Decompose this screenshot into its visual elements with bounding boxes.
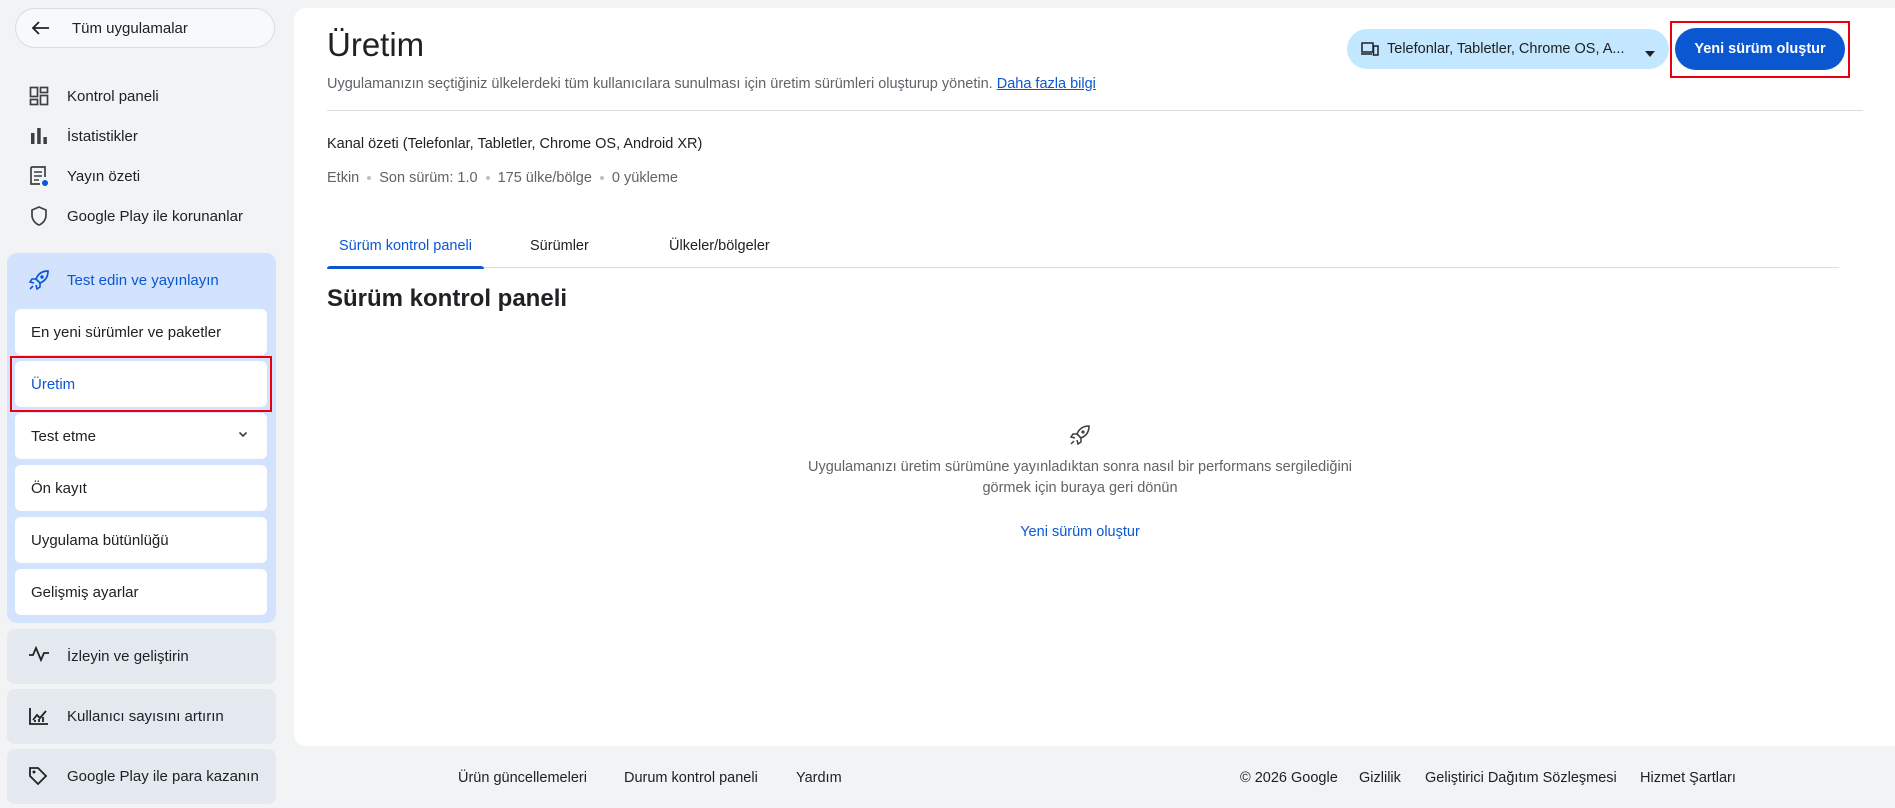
page-title: Üretim (327, 26, 425, 63)
sidebar-item-statistics[interactable]: İstatistikler (28, 120, 138, 152)
shield-icon (28, 205, 50, 227)
pulse-icon (28, 645, 50, 668)
publishing-overview-icon (28, 165, 50, 187)
sidebar-item-label: Test etme (31, 427, 97, 445)
sidebar-item-publishing-overview[interactable]: Yayın özeti (28, 160, 140, 192)
sidebar-item-label: En yeni sürümler ve paketler (31, 323, 222, 341)
channel-stats: Etkin Son sürüm: 1.0 175 ülke/bölge 0 yü… (327, 170, 678, 186)
bar-chart-icon (28, 125, 50, 147)
tab-countries-regions[interactable]: Ülkeler/bölgeler (669, 224, 770, 268)
channel-latest-release: Son sürüm: 1.0 (379, 170, 478, 186)
rocket-icon (1069, 424, 1091, 446)
separator-dot (485, 176, 490, 180)
sidebar-group-label: Test edin ve yayınlayın (67, 271, 219, 289)
sidebar-section-label: Kullanıcı sayısını artırın (67, 708, 224, 725)
sidebar-group-test-release[interactable]: Test edin ve yayınlayın (28, 264, 219, 296)
create-release-link[interactable]: Yeni sürüm oluştur (980, 524, 1180, 540)
channel-summary-title: Kanal özeti (Telefonlar, Tabletler, Chro… (327, 136, 703, 152)
tab-label: Sürümler (530, 238, 589, 254)
sidebar-item-label: Google Play ile korunanlar (67, 207, 243, 225)
footer-status-dashboard-link[interactable]: Durum kontrol paneli (624, 770, 758, 786)
devices-icon (1361, 42, 1379, 56)
sidebar-item-label: Ön kayıt (31, 479, 87, 497)
learn-more-link[interactable]: Daha fazla bilgi (997, 76, 1096, 92)
sidebar-item-app-integrity[interactable]: Uygulama bütünlüğü (15, 517, 267, 563)
chevron-down-icon (237, 427, 249, 444)
empty-state-line: Uygulamanızı üretim sürümüne yayınladıkt… (807, 459, 1352, 475)
sidebar-item-label: Uygulama bütünlüğü (31, 531, 169, 549)
sidebar-section-monitor-improve[interactable]: İzleyin ve geliştirin (7, 629, 276, 684)
sidebar-item-label: Kontrol paneli (67, 87, 159, 105)
sidebar-item-play-protected[interactable]: Google Play ile korunanlar (28, 200, 243, 232)
footer-privacy-link[interactable]: Gizlilik (1359, 770, 1401, 786)
channel-countries: 175 ülke/bölge (497, 170, 592, 186)
sidebar-section-label: Google Play ile para kazanın (67, 768, 259, 785)
arrow-left-icon (32, 21, 52, 35)
channel-installs: 0 yükleme (611, 170, 678, 186)
empty-state-message: Uygulamanızı üretim sürümüne yayınladıkt… (780, 457, 1380, 499)
sidebar-section-monetize[interactable]: Google Play ile para kazanın (7, 749, 276, 804)
separator-dot (367, 176, 372, 180)
sidebar-item-advanced-settings[interactable]: Gelişmiş ayarlar (15, 569, 267, 615)
all-apps-button[interactable]: Tüm uygulamalar (15, 8, 275, 48)
footer-distribution-agreement-link[interactable]: Geliştirici Dağıtım Sözleşmesi (1425, 770, 1617, 786)
all-apps-label: Tüm uygulamalar (72, 19, 188, 37)
footer-copyright: © 2026 Google (1240, 770, 1338, 786)
empty-state-line: görmek için buraya geri dönün (982, 480, 1178, 496)
sidebar-item-label: Üretim (31, 375, 76, 393)
footer-product-updates-link[interactable]: Ürün güncellemeleri (458, 770, 587, 786)
page-subtitle-text: Uygulamanızın seçtiğiniz ülkelerdeki tüm… (327, 76, 993, 92)
sidebar-item-label: Gelişmiş ayarlar (31, 583, 139, 601)
dropdown-caret-icon (1645, 45, 1655, 61)
footer-terms-link[interactable]: Hizmet Şartları (1640, 770, 1736, 786)
sidebar: Tüm uygulamalar Kontrol paneli İstatisti… (0, 0, 287, 808)
dashboard-icon (28, 85, 50, 107)
sidebar-section-label: İzleyin ve geliştirin (67, 648, 189, 665)
separator-dot (599, 176, 604, 180)
section-title: Sürüm kontrol paneli (327, 285, 568, 312)
sidebar-item-pre-registration[interactable]: Ön kayıt (15, 465, 267, 511)
page-subtitle: Uygulamanızın seçtiğiniz ülkelerdeki tüm… (327, 76, 1096, 92)
sidebar-section-grow-users[interactable]: Kullanıcı sayısını artırın (7, 689, 276, 744)
tab-bar: Sürüm kontrol paneli Sürümler Ülkeler/bö… (327, 224, 1839, 269)
create-release-button[interactable]: Yeni sürüm oluştur (1675, 28, 1845, 70)
rocket-icon (28, 269, 50, 291)
sidebar-item-latest-releases[interactable]: En yeni sürümler ve paketler (15, 309, 267, 355)
main-content: Üretim Uygulamanızın seçtiğiniz ülkelerd… (294, 8, 1895, 746)
device-type-selector[interactable]: Telefonlar, Tabletler, Chrome OS, A... (1347, 29, 1669, 69)
header-divider (327, 110, 1863, 111)
sidebar-item-dashboard[interactable]: Kontrol paneli (28, 80, 159, 112)
tab-release-dashboard[interactable]: Sürüm kontrol paneli (327, 224, 484, 269)
sidebar-item-label: İstatistikler (67, 127, 138, 145)
tag-icon (28, 766, 50, 788)
device-selector-value: Telefonlar, Tabletler, Chrome OS, A... (1387, 41, 1625, 57)
sidebar-item-production[interactable]: Üretim (15, 361, 267, 407)
tab-label: Ülkeler/bölgeler (669, 238, 770, 254)
growth-chart-icon (28, 706, 50, 728)
sidebar-item-label: Yayın özeti (67, 167, 141, 185)
channel-status: Etkin (327, 170, 360, 186)
tab-label: Sürüm kontrol paneli (339, 238, 472, 254)
sidebar-item-testing[interactable]: Test etme (15, 413, 267, 459)
footer-help-link[interactable]: Yardım (796, 770, 842, 786)
tab-releases[interactable]: Sürümler (530, 224, 589, 268)
